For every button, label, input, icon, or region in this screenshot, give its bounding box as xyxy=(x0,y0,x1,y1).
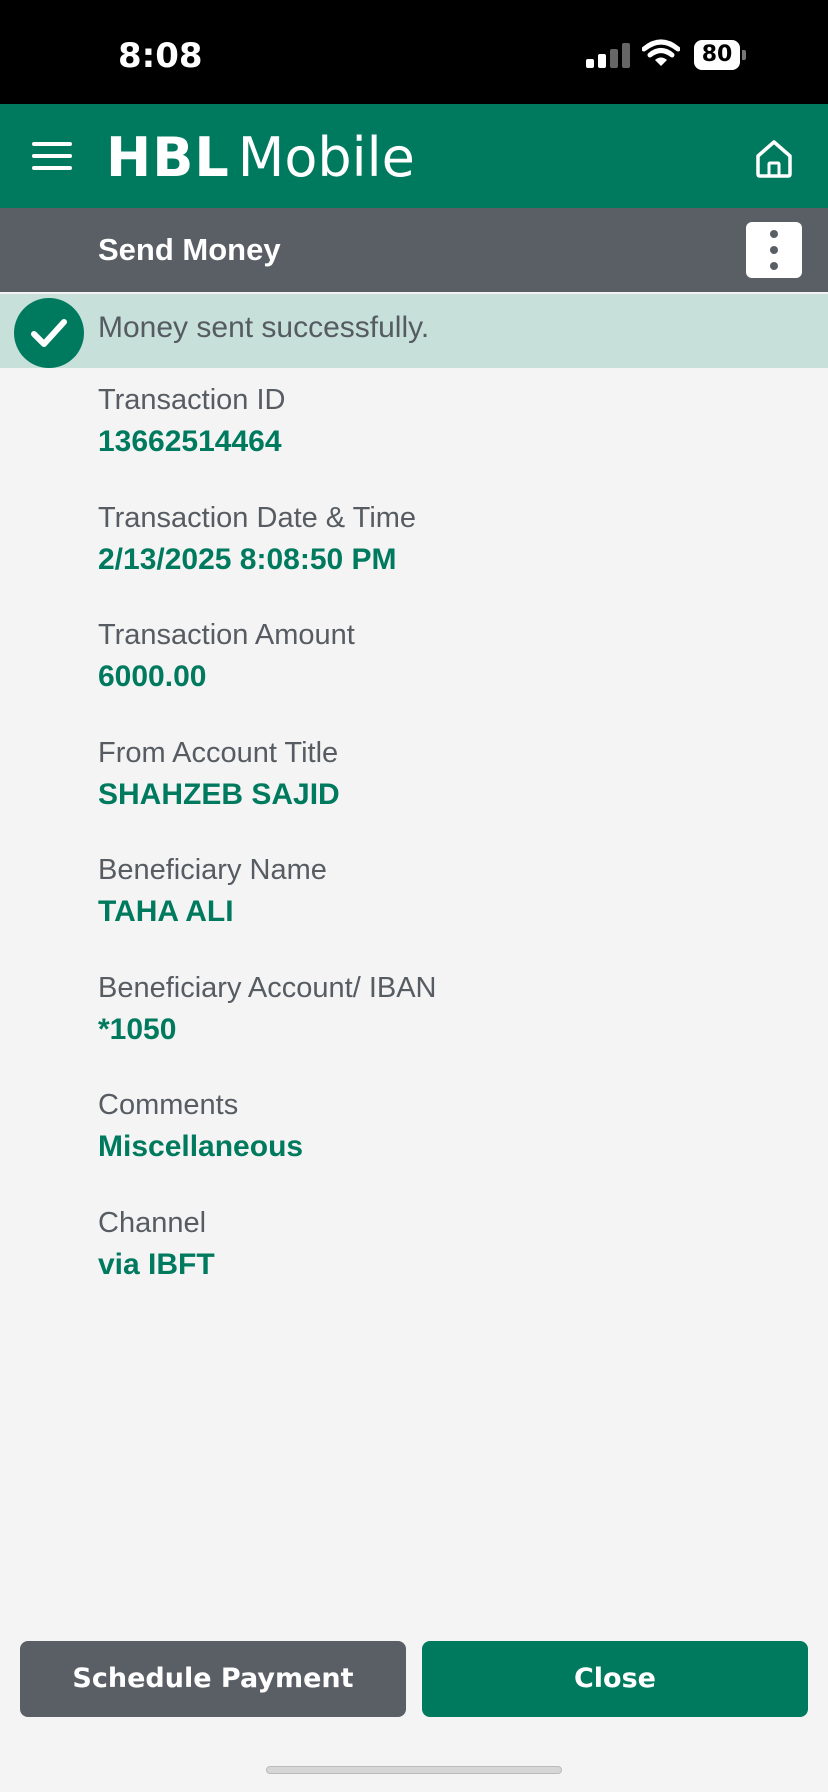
brand-word: Mobile xyxy=(237,126,415,189)
detail-value: SHAHZEB SAJID xyxy=(98,777,340,811)
detail-label: Beneficiary Account/ IBAN xyxy=(98,971,437,1004)
success-message: Money sent successfully. xyxy=(98,311,430,344)
detail-value: 2/13/2025 8:08:50 PM xyxy=(98,542,397,576)
detail-label: Comments xyxy=(98,1089,239,1121)
hamburger-menu-icon[interactable] xyxy=(32,142,72,170)
detail-comments: Comments Miscellaneous xyxy=(98,1085,798,1201)
detail-beneficiary-account: Beneficiary Account/ IBAN *1050 xyxy=(98,968,798,1084)
more-options-button[interactable] xyxy=(746,222,802,278)
success-banner: Money sent successfully. xyxy=(0,294,828,368)
detail-value: via IBFT xyxy=(98,1247,215,1281)
detail-transaction-id: Transaction ID 13662514464 xyxy=(98,380,798,496)
detail-label: Channel xyxy=(98,1206,207,1239)
battery-icon: 80 xyxy=(694,40,746,70)
detail-transaction-date-time: Transaction Date & Time 2/13/2025 8:08:5… xyxy=(98,498,798,614)
detail-beneficiary-name: Beneficiary Name TAHA ALI xyxy=(98,850,798,966)
home-icon[interactable] xyxy=(752,136,796,180)
battery-level: 80 xyxy=(694,40,740,70)
schedule-payment-button[interactable]: Schedule Payment xyxy=(20,1641,406,1717)
wifi-icon xyxy=(642,39,680,66)
detail-transaction-amount: Transaction Amount 6000.00 xyxy=(98,615,798,731)
check-circle-icon xyxy=(14,298,84,368)
page-header: Send Money xyxy=(0,208,828,292)
detail-label: Beneficiary Name xyxy=(98,854,327,886)
detail-label: Transaction ID xyxy=(98,384,286,416)
hbl-mobile-logo: HBL Mobile xyxy=(106,126,415,189)
detail-label: From Account Title xyxy=(98,736,339,769)
detail-value: Miscellaneous xyxy=(98,1130,304,1163)
cellular-signal-icon xyxy=(586,42,630,68)
detail-label: Transaction Amount xyxy=(98,619,355,651)
detail-from-account-title: From Account Title SHAHZEB SAJID xyxy=(98,733,798,849)
detail-value: *1050 xyxy=(98,1012,177,1046)
app-header: HBL Mobile xyxy=(0,104,828,208)
status-time: 8:08 xyxy=(118,36,203,76)
detail-channel: Channel via IBFT xyxy=(98,1203,798,1319)
brand-mark: HBL xyxy=(106,126,230,189)
page-title: Send Money xyxy=(98,232,281,267)
home-indicator[interactable] xyxy=(266,1766,562,1774)
detail-label: Transaction Date & Time xyxy=(98,501,417,534)
transaction-details: Transaction ID 13662514464 Transaction D… xyxy=(98,378,798,1318)
close-button[interactable]: Close xyxy=(422,1641,808,1717)
status-bar: 8:08 80 xyxy=(0,0,828,104)
detail-value: 6000.00 xyxy=(98,660,207,693)
detail-value: 13662514464 xyxy=(98,425,282,458)
detail-value: TAHA ALI xyxy=(98,895,234,928)
